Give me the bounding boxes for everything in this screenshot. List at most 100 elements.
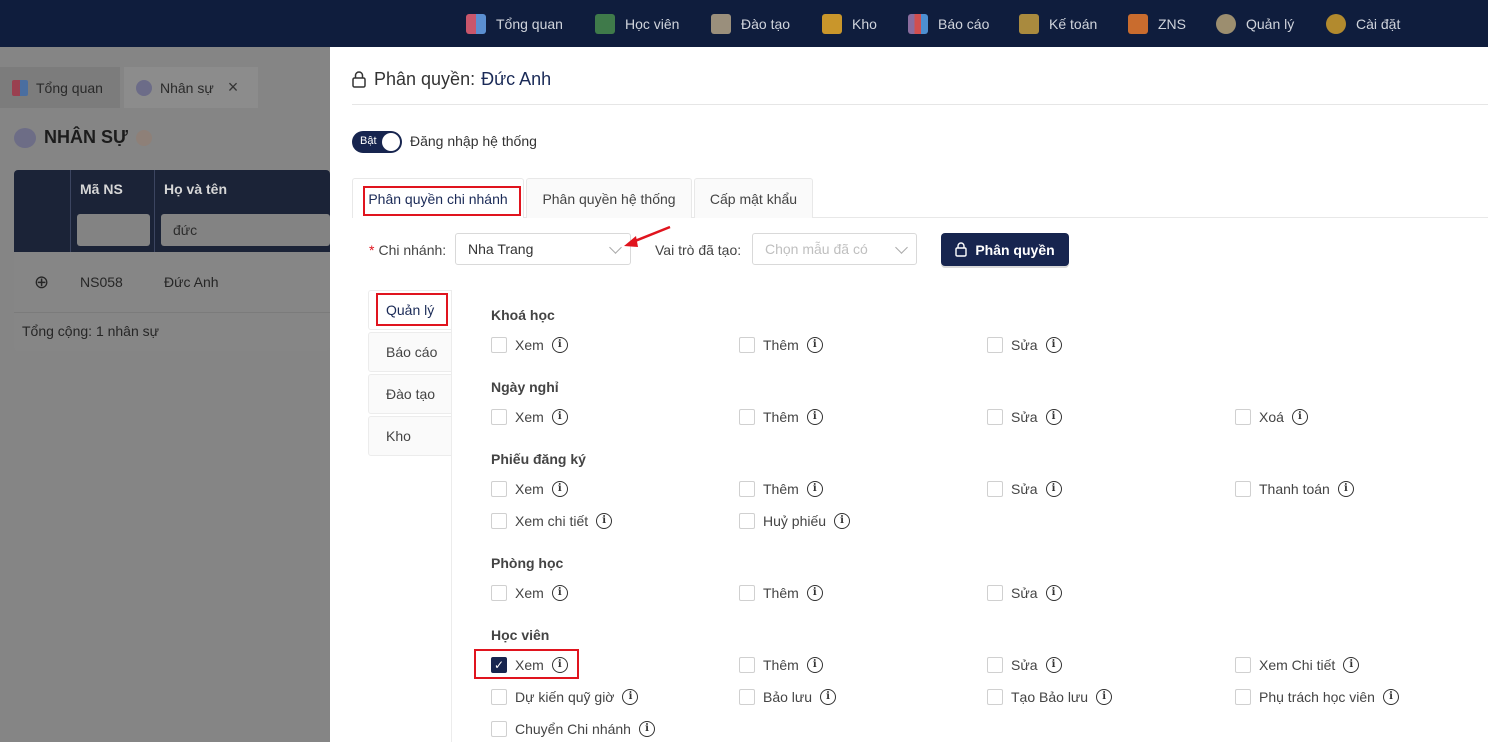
checkbox[interactable] [987,409,1003,425]
permission-item[interactable]: Xoá i [1235,409,1308,425]
checkbox[interactable] [987,689,1003,705]
permission-item[interactable]: Xem i [491,337,568,353]
branch-select[interactable]: Nha Trang [455,233,631,265]
checkbox[interactable] [739,657,755,673]
info-icon[interactable]: i [551,337,568,353]
permission-item[interactable]: Thêm i [739,337,823,353]
side-tab-bao-cao[interactable]: Báo cáo [368,332,452,372]
checkbox[interactable] [739,585,755,601]
info-icon[interactable]: i [1045,409,1062,425]
permission-item[interactable]: Phụ trách học viên i [1235,689,1399,705]
expand-row-icon[interactable]: ⊕ [34,252,49,312]
checkbox[interactable] [1235,409,1251,425]
tab-branch-permission[interactable]: Phân quyền chi nhánh [352,178,524,218]
info-icon[interactable]: i [551,409,568,425]
checkbox[interactable] [491,481,507,497]
permission-item[interactable]: Xem i [491,585,568,601]
info-icon[interactable]: i [1343,657,1360,673]
info-icon[interactable]: i [622,689,639,705]
info-icon[interactable]: i [806,481,823,497]
checkbox[interactable] [1235,657,1251,673]
permission-item[interactable]: Huỷ phiếu i [739,513,851,529]
checkbox[interactable] [987,657,1003,673]
permission-item[interactable]: Tạo Bảo lưu i [987,689,1113,705]
checkbox[interactable] [739,513,755,529]
permission-item[interactable]: Sửa i [987,585,1062,601]
permission-item[interactable]: Bảo lưu i [739,689,837,705]
permission-item[interactable]: Thêm i [739,657,823,673]
nav-item-cai-dat[interactable]: Cài đặt [1326,0,1400,47]
checkbox[interactable] [739,481,755,497]
nav-item-dao-tao[interactable]: Đào tạo [711,0,790,47]
permission-item[interactable]: Thanh toán i [1235,481,1354,497]
role-select[interactable]: Chọn mẫu đã có [752,233,917,265]
side-tab-kho[interactable]: Kho [368,416,452,456]
permission-item[interactable]: Xem Chi tiết i [1235,657,1360,673]
permission-item[interactable]: Thêm i [739,481,823,497]
nav-item-quan-ly[interactable]: Quản lý [1216,0,1294,47]
checkbox[interactable] [1235,689,1251,705]
name-filter-input[interactable]: đức [161,214,330,246]
checkbox[interactable] [491,513,507,529]
permission-item[interactable]: Sửa i [987,409,1062,425]
login-toggle[interactable]: Bật [352,131,402,153]
nav-item-tong-quan[interactable]: Tổng quan [466,0,563,47]
info-icon[interactable]: i [806,409,823,425]
checkbox[interactable] [1235,481,1251,497]
info-icon[interactable]: i [1045,657,1062,673]
permission-item[interactable]: Thêm i [739,409,823,425]
permission-item[interactable]: Sửa i [987,657,1062,673]
checkbox[interactable] [491,409,507,425]
nav-item-bao-cao[interactable]: Báo cáo [908,0,989,47]
column-header[interactable]: Mã NS [80,170,123,208]
close-icon[interactable]: × [228,77,239,98]
side-tab-dao-tao[interactable]: Đào tạo [368,374,452,414]
info-icon[interactable]: i [638,721,655,737]
info-icon[interactable]: i [1045,481,1062,497]
assign-permission-button[interactable]: Phân quyền [941,233,1069,266]
permission-item[interactable]: Sửa i [987,337,1062,353]
checkbox[interactable] [739,337,755,353]
checkbox[interactable] [987,585,1003,601]
info-icon[interactable]: i [1382,689,1399,705]
checkbox[interactable] [491,689,507,705]
code-filter-input[interactable] [77,214,150,246]
info-icon[interactable]: i [1096,689,1113,705]
page-tab-nhan-su[interactable]: Nhân sự × [124,67,258,108]
info-icon[interactable]: i [1045,585,1062,601]
info-icon[interactable]: i [551,481,568,497]
nav-item-hoc-vien[interactable]: Học viên [595,0,679,47]
checkbox[interactable] [987,481,1003,497]
checkbox[interactable] [491,337,507,353]
nav-item-kho[interactable]: Kho [822,0,877,47]
permission-item[interactable]: Sửa i [987,481,1062,497]
info-icon[interactable]: i [806,585,823,601]
page-tab-tong-quan[interactable]: Tổng quan [0,67,120,108]
info-icon[interactable]: i [1045,337,1062,353]
nav-item-ke-toan[interactable]: Kế toán [1019,0,1097,47]
info-icon[interactable]: i [820,689,837,705]
checkbox[interactable] [739,689,755,705]
nav-item-zns[interactable]: ZNS [1128,0,1186,47]
checkbox[interactable] [987,337,1003,353]
checkbox[interactable] [491,721,507,737]
permission-item[interactable]: Xem chi tiết i [491,513,613,529]
permission-item[interactable]: Xem i [491,409,568,425]
column-header[interactable]: Họ và tên [164,170,227,208]
checkbox[interactable] [739,409,755,425]
permission-item[interactable]: Thêm i [739,585,823,601]
info-icon[interactable]: i [1337,481,1354,497]
permission-item[interactable]: Dự kiến quỹ giờ i [491,689,639,705]
permission-item[interactable]: ✓ Xem i [491,657,568,673]
permission-item[interactable]: Xem i [491,481,568,497]
info-icon[interactable]: i [551,585,568,601]
tab-system-permission[interactable]: Phân quyền hệ thống [526,178,692,218]
side-tab-quan-ly[interactable]: Quản lý [368,290,452,330]
tab-password[interactable]: Cấp mật khẩu [694,178,813,218]
checked-checkbox[interactable]: ✓ [491,657,507,673]
info-icon[interactable]: i [806,337,823,353]
permission-item[interactable]: Chuyển Chi nhánh i [491,721,655,737]
info-icon[interactable]: i [834,513,851,529]
info-icon[interactable]: i [806,657,823,673]
info-icon[interactable]: i [551,657,568,673]
